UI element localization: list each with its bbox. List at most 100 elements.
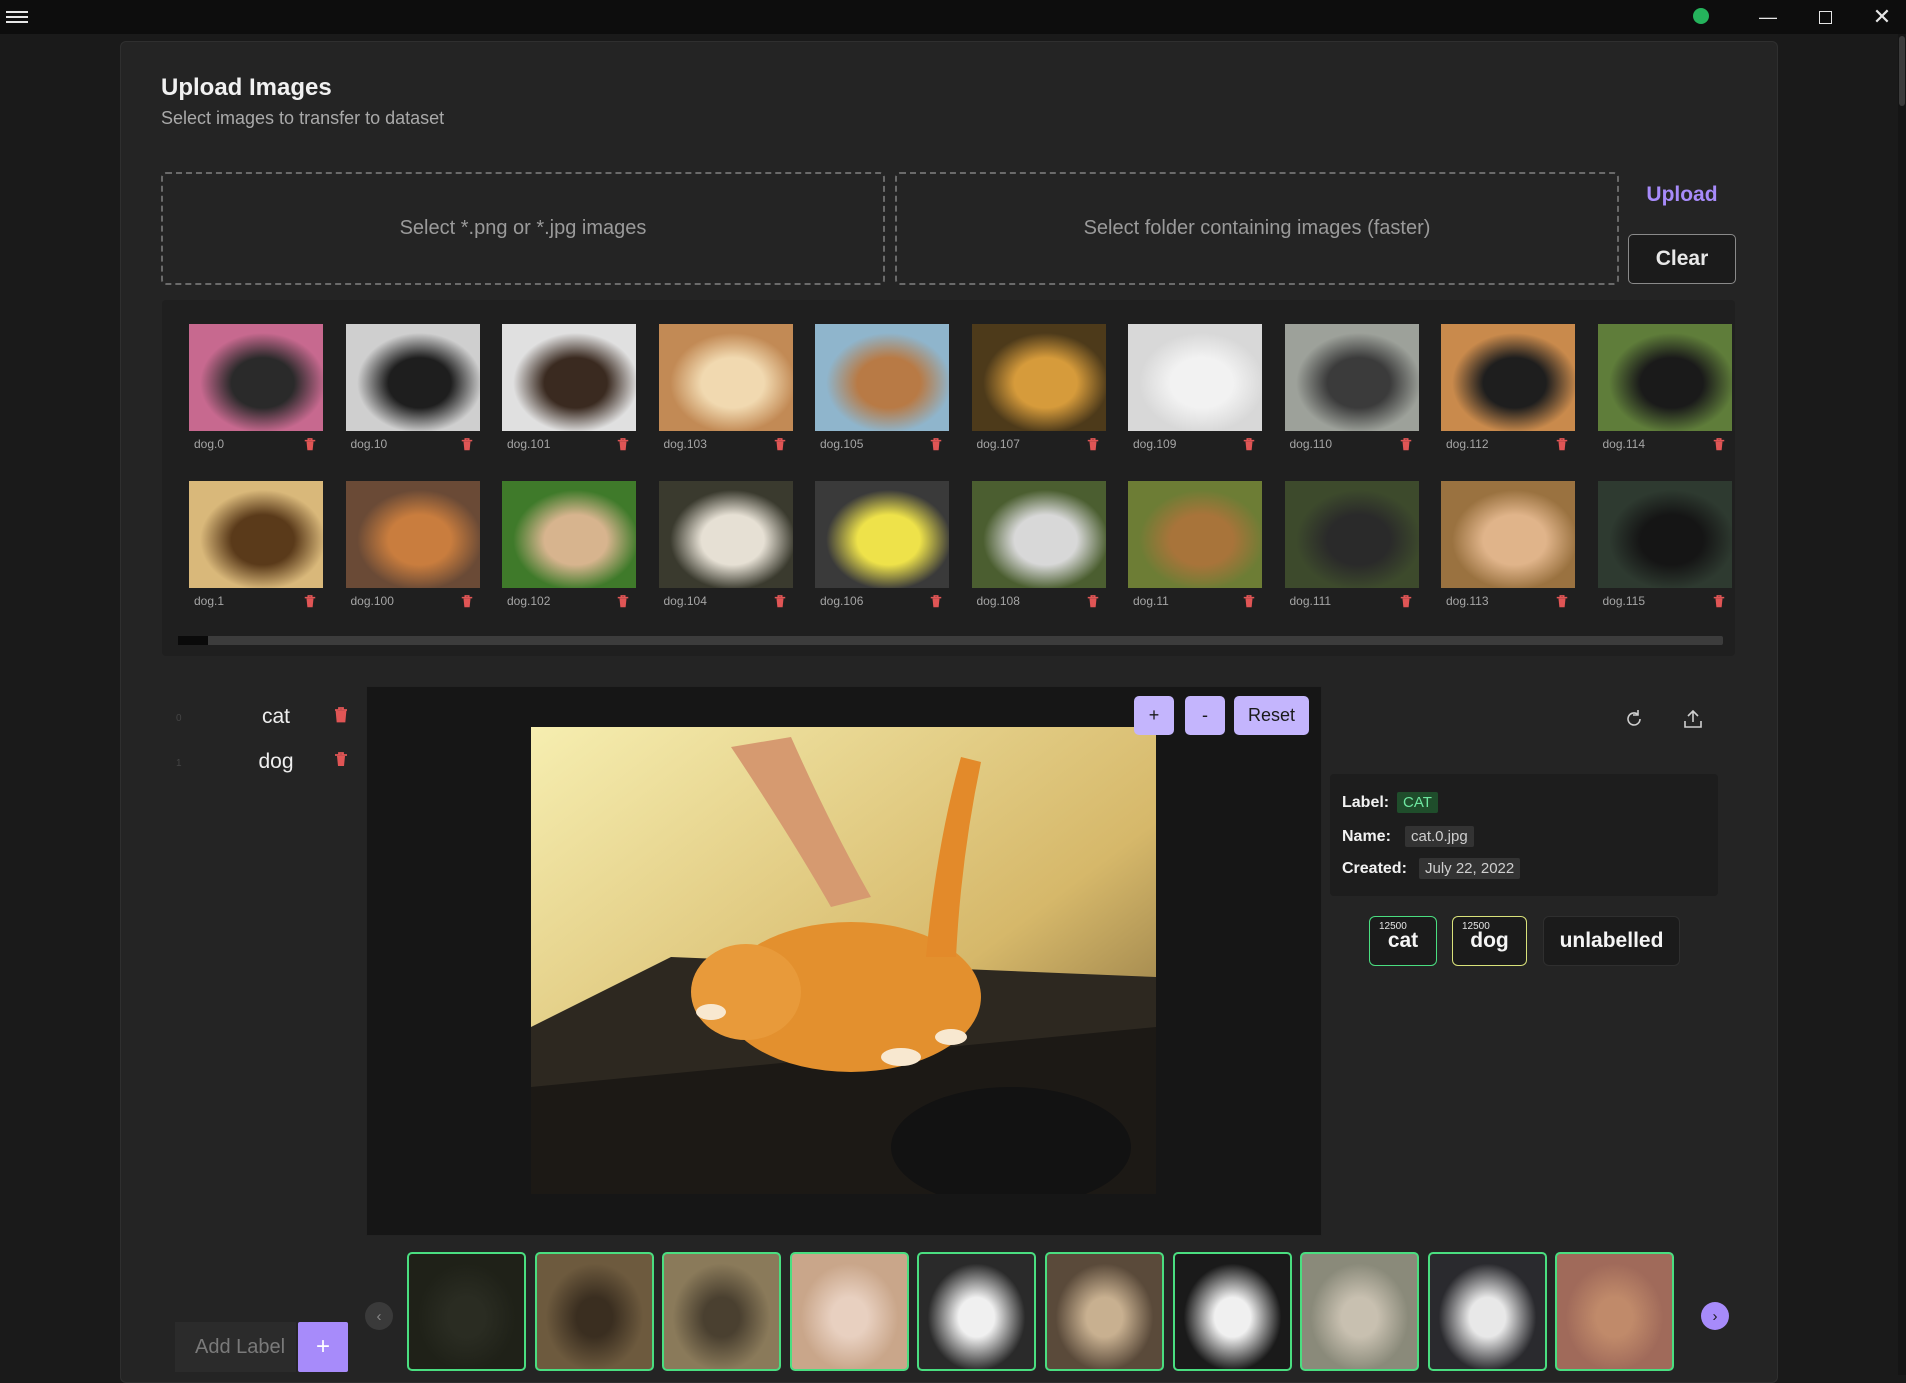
gallery-thumb[interactable]: dog.110	[1284, 324, 1419, 462]
info-name-value: cat.0.jpg	[1405, 826, 1474, 847]
info-label-key: Label:	[1342, 794, 1390, 811]
thumb-image	[971, 481, 1106, 588]
trash-icon[interactable]	[616, 595, 630, 609]
thumb-filename: dog.115	[1602, 594, 1646, 608]
page-subtitle: Select images to transfer to dataset	[161, 108, 445, 128]
trash-icon[interactable]	[1712, 595, 1726, 609]
trash-icon[interactable]	[460, 595, 474, 609]
trash-icon[interactable]	[1399, 438, 1413, 452]
trash-icon[interactable]	[1242, 595, 1256, 609]
zoom-out-button[interactable]: -	[1185, 696, 1225, 735]
gallery-scrollbar[interactable]	[178, 636, 1723, 645]
gallery-thumb[interactable]: dog.109	[1128, 324, 1262, 462]
trash-icon[interactable]	[303, 438, 317, 452]
gallery-thumb[interactable]: dog.0	[189, 324, 323, 462]
select-folder-dropzone[interactable]: Select folder containing images (faster)	[895, 172, 1619, 285]
gallery-thumb[interactable]: dog.100	[345, 481, 480, 619]
filmstrip-thumb[interactable]	[407, 1252, 526, 1371]
trash-icon[interactable]	[1086, 595, 1100, 609]
thumb-filename: dog.100	[350, 594, 394, 608]
upload-button[interactable]: Upload	[1630, 183, 1734, 207]
page-scrollbar[interactable]	[1898, 34, 1906, 1375]
gallery-thumb[interactable]: dog.115	[1597, 481, 1732, 619]
maximize-icon[interactable]	[1810, 4, 1840, 30]
trash-icon[interactable]	[929, 438, 943, 452]
clear-button[interactable]: Clear	[1628, 234, 1736, 284]
gallery-thumb[interactable]: dog.106	[815, 481, 949, 619]
filmstrip-next-button[interactable]: ›	[1701, 1302, 1729, 1330]
trash-icon[interactable]	[773, 595, 787, 609]
thumb-image	[502, 324, 636, 431]
gallery-thumb[interactable]: dog.101	[502, 324, 636, 462]
gallery-thumb[interactable]: dog.107	[971, 324, 1106, 462]
filmstrip-thumb[interactable]	[1300, 1252, 1420, 1371]
thumb-image	[1284, 481, 1419, 588]
gallery-thumb[interactable]: dog.105	[815, 324, 949, 462]
trash-icon[interactable]	[460, 438, 474, 452]
thumb-filename: dog.108	[976, 594, 1020, 608]
info-created-value: July 22, 2022	[1419, 858, 1521, 879]
count-chip-dog[interactable]: 12500 dog	[1452, 916, 1527, 966]
gallery-thumb[interactable]: dog.104	[658, 481, 793, 619]
filmstrip-thumb[interactable]	[789, 1252, 909, 1371]
filmstrip-thumb[interactable]	[534, 1252, 654, 1371]
reset-button[interactable]: Reset	[1234, 696, 1309, 735]
gallery-thumb[interactable]: dog.103	[658, 324, 793, 462]
gallery-thumb[interactable]: dog.114	[1597, 324, 1732, 462]
label-row-dog[interactable]: 1 dog	[176, 748, 356, 778]
trash-icon[interactable]	[1555, 438, 1569, 452]
trash-icon[interactable]	[929, 595, 943, 609]
thumb-image	[815, 324, 949, 431]
rotate-icon[interactable]	[1622, 707, 1646, 731]
thumb-image	[502, 481, 636, 588]
trash-icon[interactable]	[1086, 438, 1100, 452]
trash-icon[interactable]	[1399, 595, 1413, 609]
thumb-image	[189, 481, 323, 588]
gallery-thumb[interactable]: dog.11	[1128, 481, 1262, 619]
thumb-filename: dog.11	[1133, 594, 1169, 608]
label-name[interactable]: dog	[226, 750, 326, 774]
count-chip-unlabelled[interactable]: unlabelled	[1543, 916, 1680, 966]
select-images-dropzone[interactable]: Select *.png or *.jpg images	[161, 172, 885, 285]
label-row-cat[interactable]: 0 cat	[176, 703, 356, 733]
filmstrip-thumb[interactable]	[662, 1252, 782, 1371]
hamburger-icon[interactable]	[6, 8, 28, 26]
thumb-filename: dog.109	[1133, 437, 1177, 451]
trash-icon[interactable]	[1712, 438, 1726, 452]
add-label-button[interactable]: +	[298, 1322, 348, 1372]
label-name[interactable]: cat	[226, 705, 326, 729]
gallery-thumb[interactable]: dog.113	[1441, 481, 1575, 619]
filmstrip-prev-button[interactable]: ‹	[365, 1302, 393, 1330]
close-icon[interactable]: ✕	[1867, 4, 1897, 30]
filmstrip-thumb[interactable]	[917, 1252, 1037, 1371]
gallery-thumb[interactable]: dog.108	[971, 481, 1106, 619]
trash-icon[interactable]	[303, 595, 317, 609]
thumb-image	[1597, 324, 1732, 431]
minimize-icon[interactable]: —	[1753, 4, 1783, 30]
thumb-image	[971, 324, 1106, 431]
gallery-thumb[interactable]: dog.112	[1441, 324, 1575, 462]
thumb-filename: dog.106	[820, 594, 864, 608]
trash-icon[interactable]	[773, 438, 787, 452]
count-chip-cat[interactable]: 12500 cat	[1369, 916, 1437, 966]
zoom-in-button[interactable]: +	[1134, 696, 1174, 735]
filmstrip-thumb[interactable]	[1045, 1252, 1164, 1371]
add-label-input[interactable]	[175, 1322, 296, 1372]
trash-icon[interactable]	[616, 438, 630, 452]
thumb-image	[658, 481, 793, 588]
main-image[interactable]	[531, 727, 1156, 1194]
trash-icon[interactable]	[1555, 595, 1569, 609]
gallery-thumb[interactable]: dog.102	[502, 481, 636, 619]
page-title: Upload Images	[161, 74, 332, 101]
filmstrip-thumb[interactable]	[1172, 1252, 1292, 1371]
trash-icon[interactable]	[334, 752, 348, 768]
export-icon[interactable]	[1681, 707, 1705, 731]
filmstrip-thumb[interactable]	[1555, 1252, 1675, 1371]
trash-icon[interactable]	[334, 707, 348, 723]
gallery-thumb[interactable]: dog.111	[1284, 481, 1419, 619]
upload-gallery: dog.0 dog.10 dog.101 dog.103 dog.105 dog.107 d…	[162, 300, 1735, 656]
gallery-thumb[interactable]: dog.1	[189, 481, 323, 619]
gallery-thumb[interactable]: dog.10	[345, 324, 480, 462]
filmstrip-thumb[interactable]	[1427, 1252, 1547, 1371]
trash-icon[interactable]	[1242, 438, 1256, 452]
